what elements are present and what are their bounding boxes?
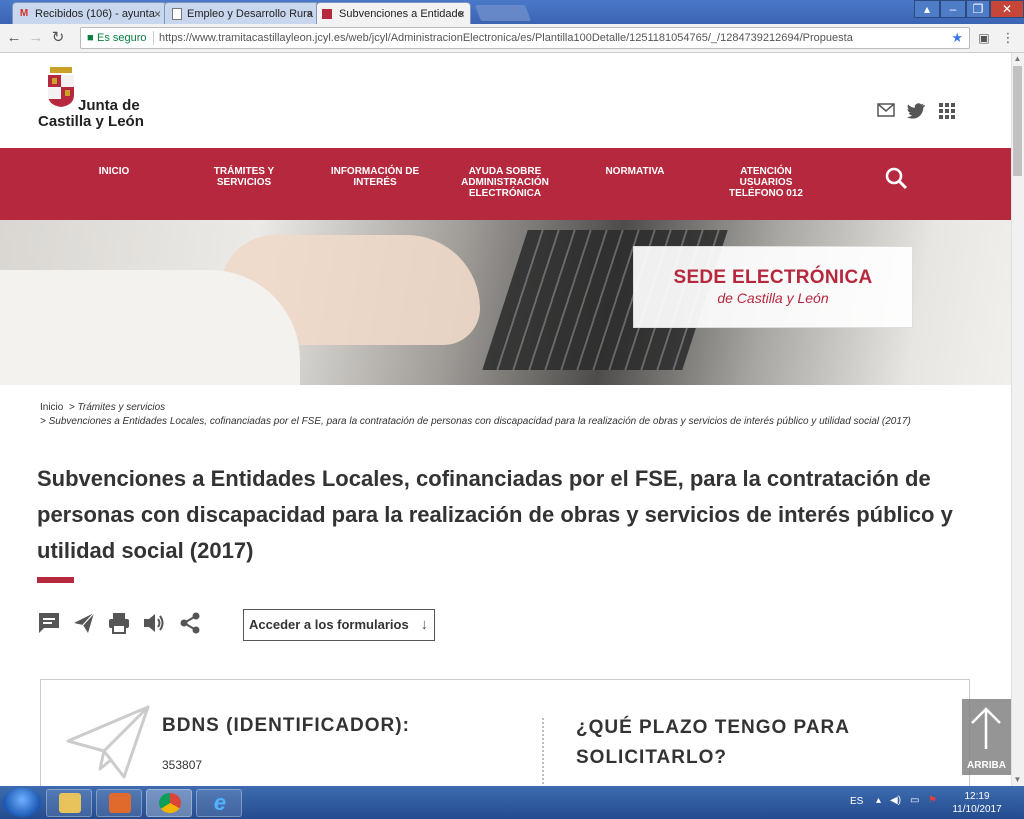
title-underline (37, 577, 74, 583)
browser-tab-bar: M Recibidos (106) - ayunta × Empleo y De… (0, 0, 1024, 24)
windows-taskbar: e ES ▴ ◀) ▭ ⚑ 12:19 11/10/2017 (0, 786, 1024, 819)
send-icon[interactable] (72, 611, 96, 635)
breadcrumb-tramites[interactable]: > Trámites y servicios (69, 402, 165, 413)
start-button[interactable] (3, 788, 41, 817)
logo-text-line2: Castilla y León (38, 113, 144, 130)
gmail-icon: M (19, 8, 29, 19)
taskbar-media-player[interactable] (96, 789, 142, 817)
new-tab-button[interactable] (475, 5, 531, 21)
tab-label: Recibidos (106) - ayunta (35, 8, 155, 20)
print-icon[interactable] (107, 611, 131, 635)
paper-plane-icon (66, 705, 150, 779)
minimize-button[interactable]: – (940, 0, 966, 18)
back-button[interactable]: ← (4, 28, 24, 48)
network-icon[interactable]: ▭ (910, 795, 919, 806)
nav-atencion[interactable]: ATENCIÓN USUARIOS TELÉFONO 012 (720, 166, 812, 199)
back-to-top-button[interactable]: ARRIBA (962, 699, 1011, 775)
nav-normativa[interactable]: NORMATIVA (595, 166, 675, 177)
web-page: Junta de Castilla y León INICIO TRÁMITES… (0, 53, 1011, 786)
bdns-value: 353807 (162, 758, 203, 772)
plazo-label: ¿QUÉ PLAZO TENGO PARA SOLICITARLO? (576, 717, 850, 768)
user-icon[interactable]: ▴ (914, 0, 940, 18)
scrollbar-thumb[interactable] (1013, 66, 1022, 176)
lock-icon: ■ (87, 32, 94, 44)
close-icon[interactable]: × (458, 3, 465, 24)
divider (153, 31, 154, 45)
apps-grid-icon[interactable] (937, 103, 957, 123)
address-bar-row: ← → ↻ ■ Es seguro https://www.tramitacas… (0, 24, 1024, 53)
tab-label: Empleo y Desarrollo Rura (187, 8, 313, 20)
reload-button[interactable]: ↻ (48, 28, 68, 48)
tab-label: Subvenciones a Entidade (339, 8, 464, 20)
taskbar-internet-explorer[interactable]: e (196, 789, 242, 817)
internet-explorer-icon: e (213, 790, 227, 815)
logo-text-line1: Junta de (78, 97, 140, 114)
back-to-top-label: ARRIBA (967, 760, 1006, 771)
jcyl-icon (322, 9, 332, 19)
access-forms-button[interactable]: Acceder a los formularios ↓ (243, 609, 435, 641)
nav-tramites[interactable]: TRÁMITES Y SERVICIOS (204, 166, 284, 188)
main-navigation: INICIO TRÁMITES Y SERVICIOS INFORMACIÓN … (0, 148, 1011, 220)
chrome-icon (159, 793, 181, 813)
access-forms-label: Acceder a los formularios (249, 617, 409, 632)
bdns-label: BDNS (IDENTIFICADOR): (162, 715, 410, 736)
nav-informacion[interactable]: INFORMACIÓN DE INTERÉS (325, 166, 425, 188)
scroll-down-arrow[interactable]: ▼ (1011, 774, 1024, 786)
forward-button[interactable]: → (26, 28, 46, 48)
volume-icon[interactable]: ◀) (890, 795, 901, 806)
clock-time[interactable]: 12:19 (956, 791, 998, 802)
sede-electronica-box: SEDE ELECTRÓNICA de Castilla y León (633, 246, 913, 328)
banner-title: SEDE ELECTRÓNICA (673, 267, 873, 288)
show-hidden-icons-icon[interactable]: ▴ (876, 795, 881, 806)
url-bar[interactable]: ■ Es seguro https://www.tramitacastillay… (80, 27, 970, 49)
scroll-up-arrow[interactable]: ▲ (1011, 53, 1024, 65)
extension-icon[interactable]: ▣ (974, 28, 994, 48)
taskbar-explorer[interactable] (46, 789, 92, 817)
secure-label: Es seguro (97, 32, 147, 44)
nav-inicio[interactable]: INICIO (84, 166, 144, 177)
arrow-up-icon (971, 707, 1001, 749)
page-icon (172, 8, 182, 20)
language-indicator[interactable]: ES (850, 796, 863, 807)
coat-of-arms-icon (48, 67, 74, 107)
tab-subvenciones[interactable]: Subvenciones a Entidade × (316, 2, 471, 24)
system-tray: ES ▴ ◀) ▭ ⚑ 12:19 11/10/2017 (848, 786, 1024, 819)
banner-subtitle: de Castilla y León (717, 290, 829, 306)
page-title: Subvenciones a Entidades Locales, cofina… (37, 466, 953, 563)
junta-logo[interactable]: Junta de Castilla y León (38, 67, 148, 133)
close-window-button[interactable]: ✕ (990, 0, 1024, 18)
breadcrumb-home[interactable]: Inicio (40, 402, 63, 413)
folder-icon (59, 793, 81, 813)
url-text: https://www.tramitacastillayleon.jcyl.es… (159, 32, 853, 44)
action-center-flag-icon[interactable]: ⚑ (928, 795, 937, 806)
tab-gmail[interactable]: M Recibidos (106) - ayunta × (12, 2, 167, 24)
comment-icon[interactable] (37, 611, 61, 635)
mail-icon[interactable] (876, 103, 896, 123)
card-divider (542, 718, 544, 786)
twitter-icon[interactable] (906, 103, 926, 123)
bookmark-star-icon[interactable]: ★ (951, 28, 963, 48)
close-icon[interactable]: × (154, 3, 161, 24)
menu-icon[interactable]: ⋮ (998, 28, 1018, 48)
nav-ayuda[interactable]: AYUDA SOBRE ADMINISTRACIÓN ELECTRÓNICA (455, 166, 555, 199)
audio-icon[interactable] (142, 611, 166, 635)
tab-empleo[interactable]: Empleo y Desarrollo Rura × (164, 2, 319, 24)
clock-date[interactable]: 11/10/2017 (948, 804, 1006, 815)
taskbar-chrome[interactable] (146, 789, 192, 817)
maximize-button[interactable]: ❐ (966, 0, 990, 18)
close-icon[interactable]: × (306, 3, 313, 24)
media-player-icon (109, 793, 131, 813)
breadcrumb: Inicio > Trámites y servicios > Subvenci… (40, 401, 911, 429)
breadcrumb-current: > Subvenciones a Entidades Locales, cofi… (40, 416, 911, 427)
share-icon[interactable] (178, 611, 202, 635)
search-icon[interactable] (884, 166, 908, 190)
sleeve-graphic (0, 270, 300, 385)
arrow-down-icon: ↓ (420, 616, 429, 633)
